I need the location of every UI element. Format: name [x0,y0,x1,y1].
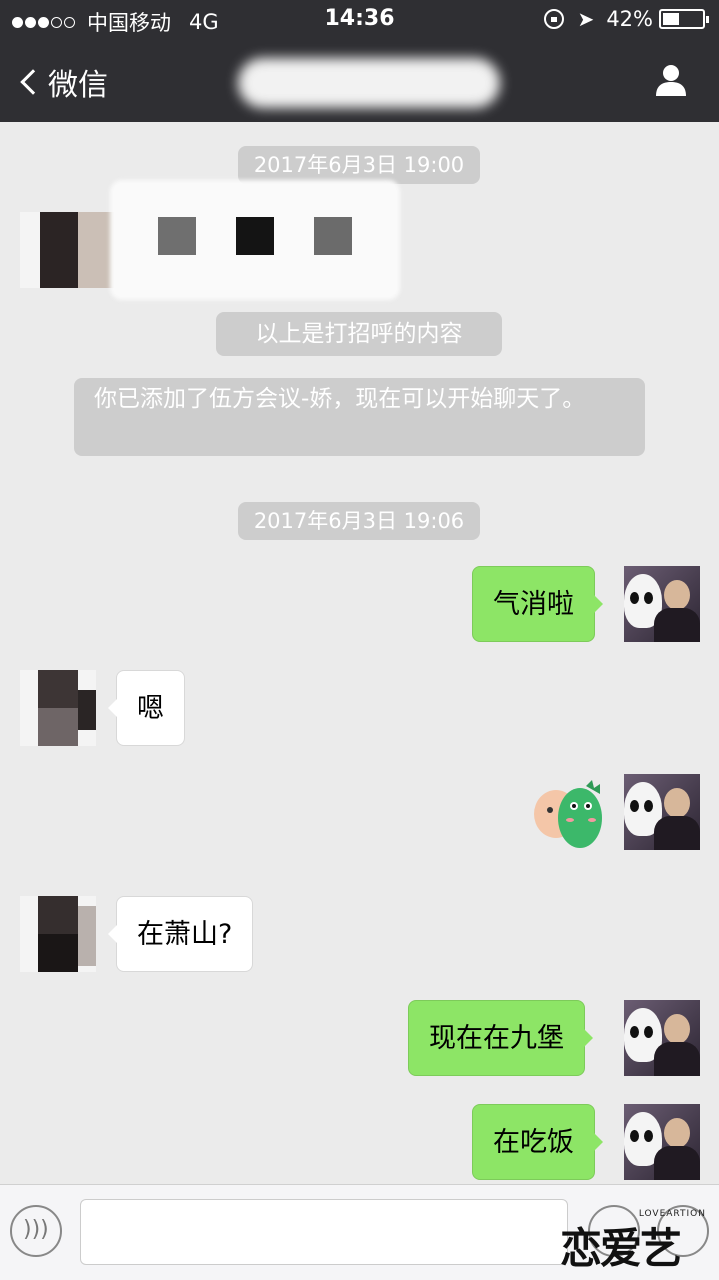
input-bar: ))) LOVEARTION 恋爱艺术 [0,1184,719,1280]
message-bubble-sent[interactable]: 在吃饭 [472,1104,603,1180]
message-bubble-sent[interactable]: 气消啦 [472,566,603,642]
timestamp: 2017年6月3日 19:06 [238,502,480,540]
chat-area[interactable]: 2017年6月3日 19:00 以上是打招呼的内容 你已添加了伍方会议-娇，现在… [0,122,719,1184]
back-label: 微信 [48,68,108,103]
dinosaur-sticker[interactable] [528,774,608,854]
my-avatar[interactable] [624,566,700,642]
system-message: 你已添加了伍方会议-娇，现在可以开始聊天了。 [74,378,645,456]
top-bar: 中国移动 4G 14:36 ➤ 42% 微信 [0,0,719,122]
message-bubble-received[interactable]: 在萧山? [107,896,254,972]
nav-bar: 微信 [0,40,719,122]
battery-icon [659,9,709,29]
message-bubble-sent[interactable]: 现在在九堡 [408,1000,593,1076]
my-avatar[interactable] [624,1000,700,1076]
chevron-left-icon [20,69,46,95]
message-bubble-received[interactable]: 嗯 [108,670,185,746]
location-arrow-icon: ➤ [577,7,595,31]
chat-title-redacted [238,58,500,108]
timestamp: 2017年6月3日 19:00 [238,146,480,184]
redaction-block [314,217,352,255]
watermark-main: 恋爱艺术 [560,1224,682,1273]
status-bar: 中国移动 4G 14:36 ➤ 42% [0,0,719,40]
rotation-lock-icon [543,9,564,29]
avatar[interactable] [20,212,116,288]
redaction-block [158,217,196,255]
back-button[interactable]: 微信 [18,60,108,104]
voice-wave-icon: ))) [23,1217,49,1242]
message-input[interactable] [80,1199,568,1265]
person-icon[interactable] [653,62,689,98]
voice-input-button[interactable]: ))) [10,1205,62,1257]
contact-avatar[interactable] [20,670,96,746]
contact-avatar[interactable] [20,896,96,972]
system-message: 以上是打招呼的内容 [216,312,502,356]
watermark-logo: LOVEARTION 恋爱艺术 [558,1209,714,1273]
battery-percent: 42% [606,7,653,31]
my-avatar[interactable] [624,1104,700,1180]
my-avatar[interactable] [624,774,700,850]
redaction-block [236,217,274,255]
